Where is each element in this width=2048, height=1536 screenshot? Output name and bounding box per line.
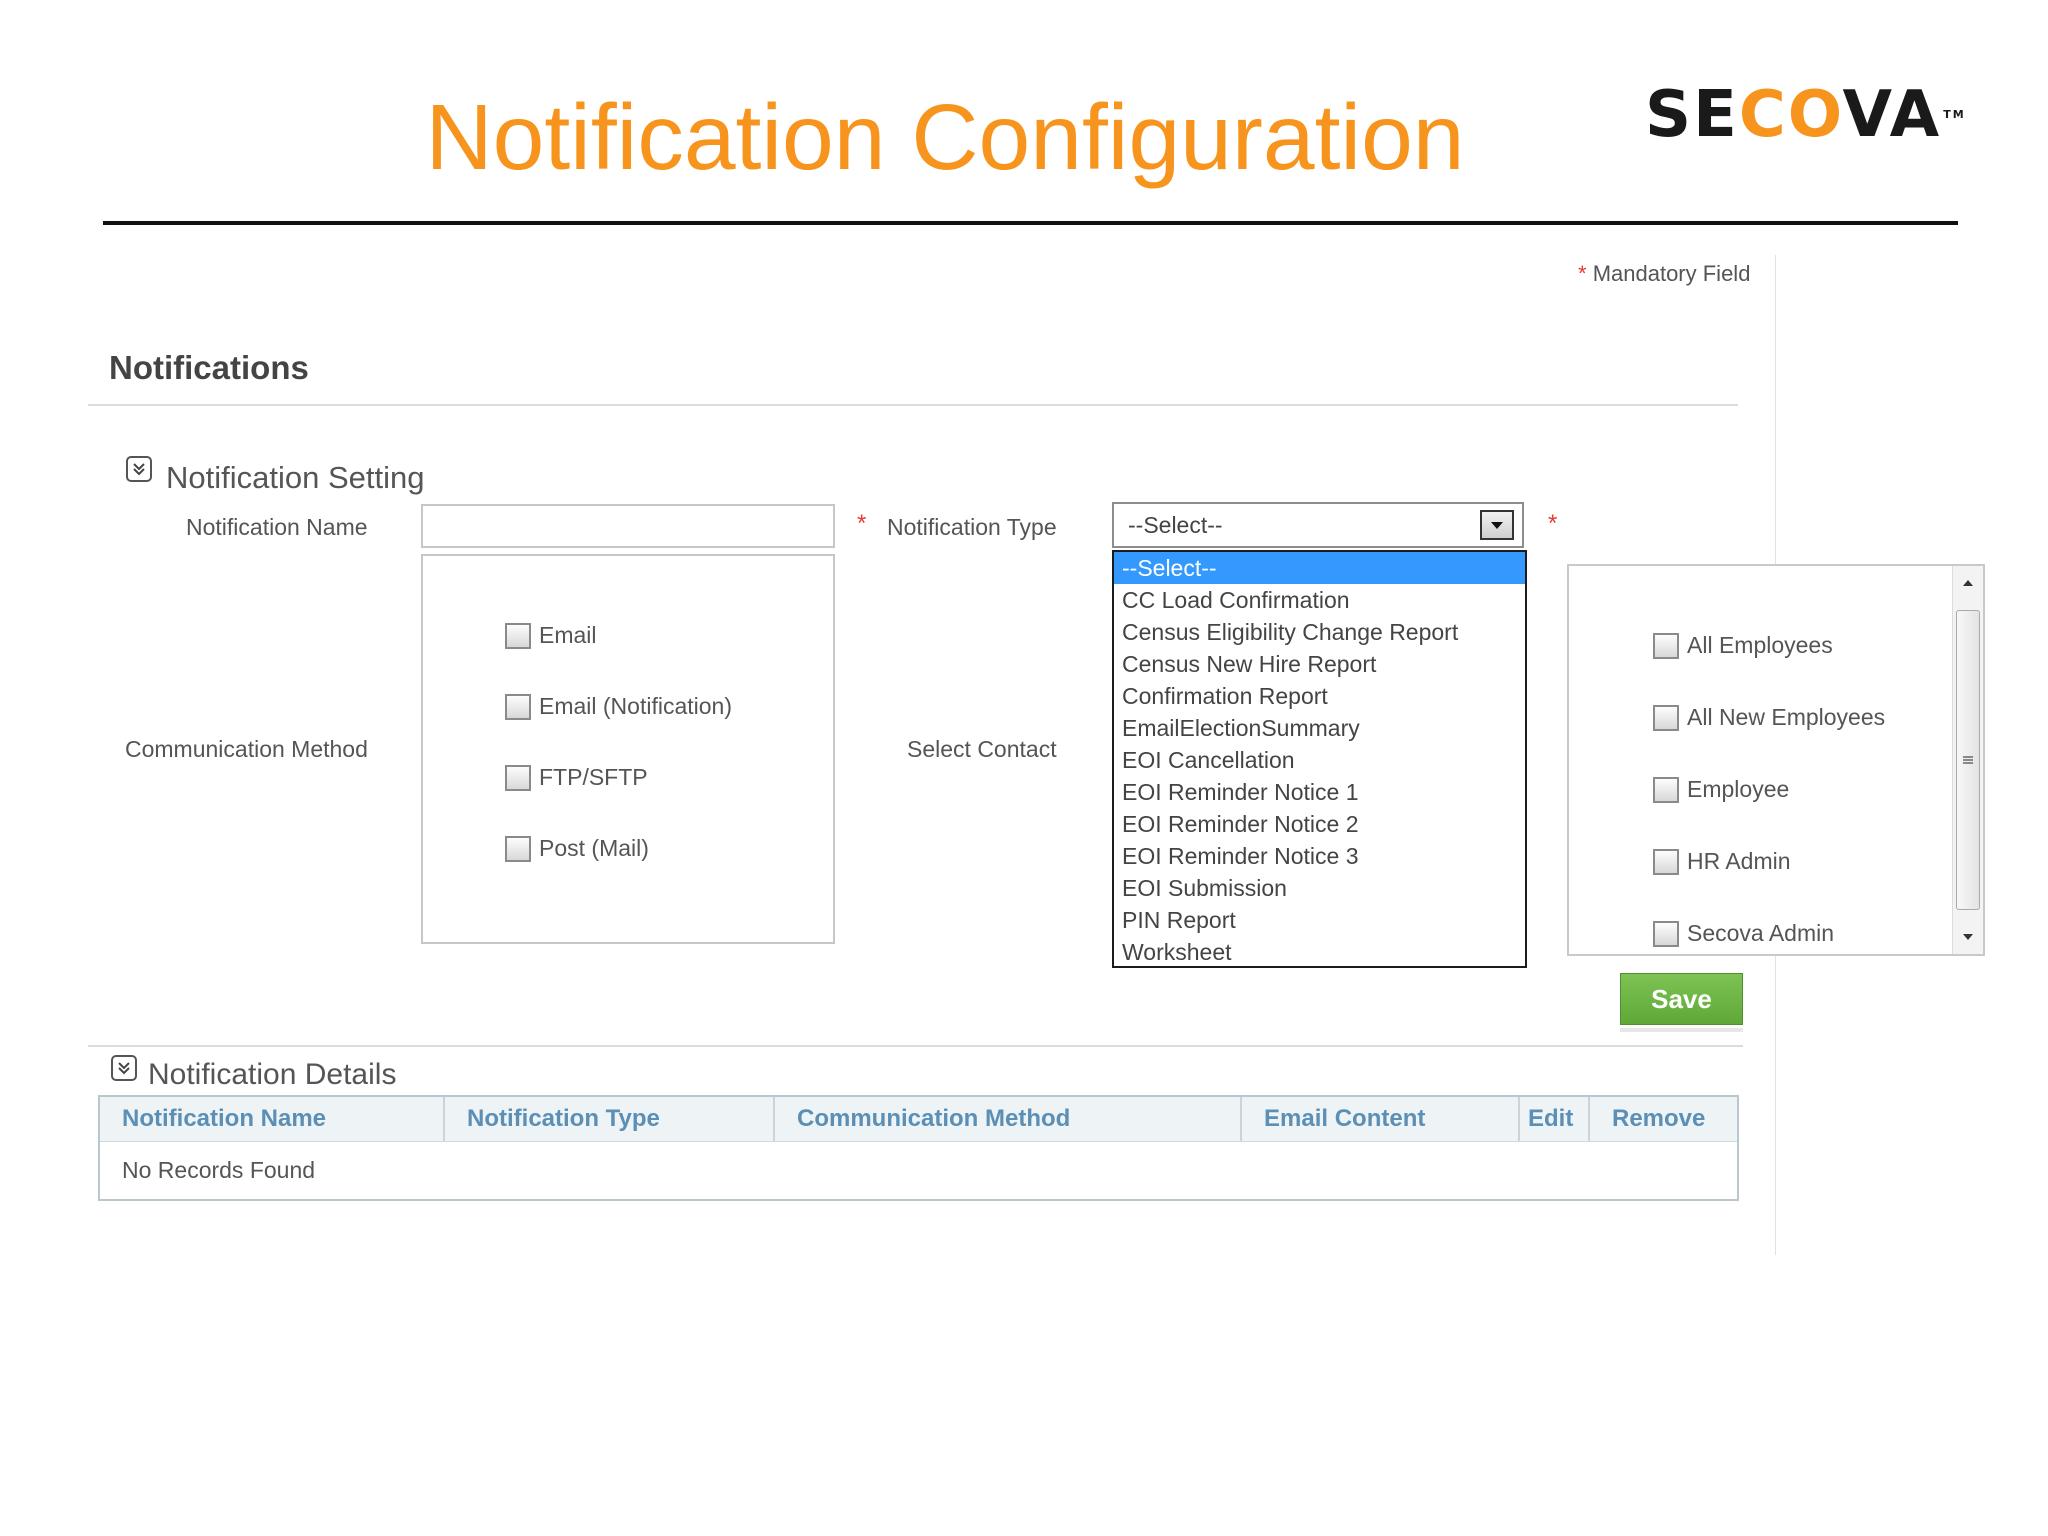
- column-header[interactable]: Notification Name: [100, 1097, 445, 1141]
- method-option-label: Post (Mail): [539, 835, 649, 861]
- checkbox[interactable]: [505, 622, 531, 649]
- contact-option-4[interactable]: Secova Admin: [1653, 920, 1834, 947]
- checkbox[interactable]: [1653, 704, 1679, 731]
- slide-title: Notification Configuration: [425, 85, 1465, 189]
- triangle-down-icon: [1963, 934, 1973, 940]
- checkbox[interactable]: [1653, 848, 1679, 875]
- mandatory-field-note: * Mandatory Field: [1578, 261, 1750, 287]
- method-option-label: Email (Notification): [539, 693, 732, 719]
- checkbox[interactable]: [1653, 632, 1679, 659]
- double-chevron-down-icon: [133, 463, 145, 476]
- logo-text-va: VA: [1842, 78, 1942, 152]
- communication-method-label: Communication Method: [125, 736, 368, 762]
- type-option[interactable]: EOI Reminder Notice 2: [1114, 808, 1525, 840]
- column-header[interactable]: Communication Method: [775, 1097, 1242, 1141]
- notification-name-input[interactable]: [421, 504, 835, 548]
- type-option[interactable]: EOI Reminder Notice 3: [1114, 840, 1525, 872]
- contact-option-0[interactable]: All Employees: [1653, 632, 1833, 659]
- mandatory-text: Mandatory Field: [1592, 261, 1751, 286]
- dropdown-arrow-icon[interactable]: [1480, 510, 1514, 540]
- scroll-up-icon[interactable]: [1953, 568, 1983, 598]
- type-option[interactable]: EOI Reminder Notice 1: [1114, 776, 1525, 808]
- contact-option-label: HR Admin: [1687, 848, 1791, 874]
- logo-text-co: CO: [1738, 78, 1843, 152]
- required-star-type: *: [1548, 510, 1558, 537]
- column-header[interactable]: Edit: [1520, 1097, 1590, 1141]
- notification-details-table: Notification Name Notification Type Commun…: [98, 1095, 1739, 1201]
- type-option[interactable]: PIN Report: [1114, 904, 1525, 936]
- contact-option-label: Employee: [1687, 776, 1790, 802]
- scroll-thumb[interactable]: [1956, 610, 1980, 910]
- column-header[interactable]: Remove: [1590, 1097, 1737, 1141]
- method-option-2[interactable]: FTP/SFTP: [505, 764, 648, 791]
- method-option-label: Email: [539, 622, 597, 648]
- notification-name-label: Notification Name: [186, 514, 368, 540]
- collapse-details-icon[interactable]: [111, 1055, 137, 1081]
- logo-text-se: SE: [1645, 78, 1739, 152]
- checkbox[interactable]: [1653, 920, 1679, 947]
- type-option[interactable]: EmailElectionSummary: [1114, 712, 1525, 744]
- column-header[interactable]: Email Content: [1242, 1097, 1520, 1141]
- contact-option-1[interactable]: All New Employees: [1653, 704, 1885, 731]
- triangle-up-icon: [1963, 580, 1973, 586]
- save-button-shadow: [1620, 1028, 1743, 1032]
- double-chevron-down-icon: [118, 1062, 130, 1075]
- type-option[interactable]: Worksheet: [1114, 936, 1525, 968]
- checkbox[interactable]: [505, 835, 531, 862]
- type-option[interactable]: CC Load Confirmation: [1114, 584, 1525, 616]
- required-star-name: *: [857, 510, 867, 537]
- contact-option-label: All New Employees: [1687, 704, 1886, 730]
- notification-type-dropdown-list[interactable]: --Select-- CC Load Confirmation Census Eli…: [1112, 550, 1527, 968]
- section-divider: [88, 404, 1738, 406]
- type-option[interactable]: EOI Cancellation: [1114, 744, 1525, 776]
- type-option[interactable]: Census New Hire Report: [1114, 648, 1525, 680]
- contact-listbox[interactable]: All Employees All New Employees Employee HR…: [1567, 564, 1985, 956]
- contact-option-3[interactable]: HR Admin: [1653, 848, 1791, 875]
- notification-type-label: Notification Type: [887, 514, 1057, 540]
- contact-option-label: All Employees: [1687, 632, 1833, 658]
- collapse-setting-icon[interactable]: [126, 456, 152, 482]
- method-option-1[interactable]: Email (Notification): [505, 693, 732, 720]
- checkbox[interactable]: [505, 764, 531, 791]
- communication-method-box: Email Email (Notification) FTP/SFTP Post (M…: [421, 554, 835, 944]
- contact-option-label: Secova Admin: [1687, 920, 1835, 946]
- notification-setting-title: Notification Setting: [166, 460, 425, 495]
- empty-table-message: No Records Found: [122, 1157, 316, 1183]
- grip-icon: [1963, 756, 1973, 764]
- contact-scrollbar[interactable]: [1952, 566, 1983, 954]
- column-header[interactable]: Notification Type: [445, 1097, 775, 1141]
- type-option[interactable]: Census Eligibility Change Report: [1114, 616, 1525, 648]
- scroll-down-icon[interactable]: [1953, 922, 1983, 952]
- method-option-0[interactable]: Email: [505, 622, 597, 649]
- logo-trademark: TM: [1943, 108, 1966, 121]
- method-option-label: FTP/SFTP: [539, 764, 648, 790]
- notification-type-value: --Select--: [1128, 511, 1223, 538]
- title-divider: [103, 221, 1958, 225]
- contact-option-2[interactable]: Employee: [1653, 776, 1789, 803]
- secova-logo: SECOVA TM: [1645, 80, 1966, 150]
- type-option[interactable]: Confirmation Report: [1114, 680, 1525, 712]
- select-contact-label: Select Contact: [907, 736, 1057, 762]
- mandatory-star: *: [1578, 261, 1587, 286]
- type-option[interactable]: --Select--: [1114, 552, 1525, 584]
- table-header: Notification Name Notification Type Commun…: [100, 1097, 1737, 1142]
- method-option-3[interactable]: Post (Mail): [505, 835, 649, 862]
- section-heading: Notifications: [109, 349, 309, 386]
- details-divider: [88, 1045, 1743, 1047]
- checkbox[interactable]: [505, 693, 531, 720]
- type-option[interactable]: EOI Submission: [1114, 872, 1525, 904]
- triangle-down-icon: [1491, 522, 1503, 529]
- notification-details-title: Notification Details: [148, 1058, 397, 1091]
- notification-type-select[interactable]: --Select--: [1112, 502, 1524, 548]
- checkbox[interactable]: [1653, 776, 1679, 803]
- save-button[interactable]: Save: [1620, 973, 1743, 1025]
